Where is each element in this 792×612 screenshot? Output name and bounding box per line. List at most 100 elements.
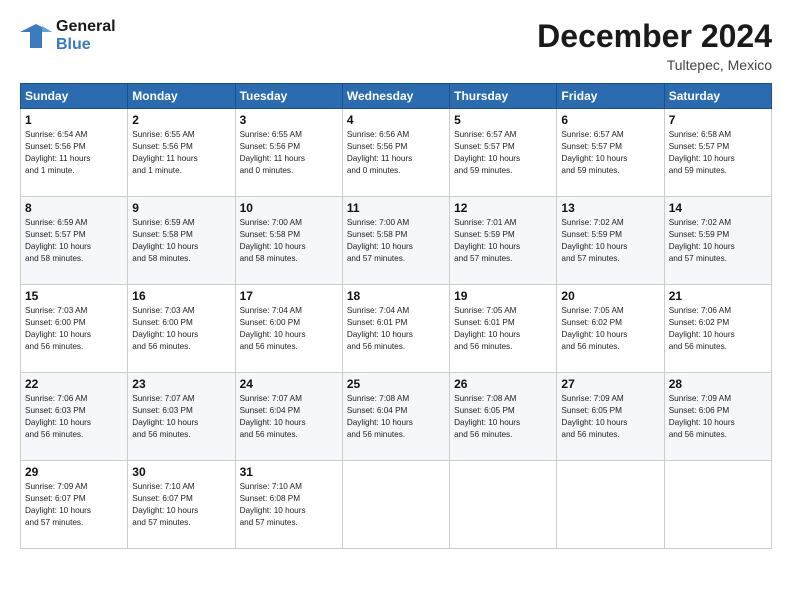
col-header-wednesday: Wednesday xyxy=(342,84,449,109)
day-info: Sunrise: 7:07 AM Sunset: 6:04 PM Dayligh… xyxy=(240,393,338,441)
day-info: Sunrise: 6:54 AM Sunset: 5:56 PM Dayligh… xyxy=(25,129,123,177)
col-header-friday: Friday xyxy=(557,84,664,109)
day-info: Sunrise: 7:09 AM Sunset: 6:07 PM Dayligh… xyxy=(25,481,123,529)
day-info: Sunrise: 6:59 AM Sunset: 5:57 PM Dayligh… xyxy=(25,217,123,265)
day-number: 1 xyxy=(25,113,123,127)
calendar-day-28: 28 Sunrise: 7:09 AM Sunset: 6:06 PM Dayli… xyxy=(664,373,771,461)
day-number: 7 xyxy=(669,113,767,127)
calendar-day-27: 27Sunrise: 7:09 AM Sunset: 6:05 PM Dayli… xyxy=(557,373,664,461)
day-number: 6 xyxy=(561,113,659,127)
day-number: 18 xyxy=(347,289,445,303)
calendar-week-4: 29 Sunrise: 7:09 AM Sunset: 6:07 PM Dayli… xyxy=(21,461,772,549)
location: Tultepec, Mexico xyxy=(537,57,772,73)
col-header-saturday: Saturday xyxy=(664,84,771,109)
calendar-day-22: 22 Sunrise: 7:06 AM Sunset: 6:03 PM Dayli… xyxy=(21,373,128,461)
day-number: 5 xyxy=(454,113,552,127)
day-number: 10 xyxy=(240,201,338,215)
day-info: Sunrise: 7:03 AM Sunset: 6:00 PM Dayligh… xyxy=(132,305,230,353)
col-header-sunday: Sunday xyxy=(21,84,128,109)
day-number: 31 xyxy=(240,465,338,479)
day-info: Sunrise: 6:57 AM Sunset: 5:57 PM Dayligh… xyxy=(454,129,552,177)
logo-general: General xyxy=(56,18,116,36)
calendar-day-7: 7 Sunrise: 6:58 AM Sunset: 5:57 PM Daylig… xyxy=(664,109,771,197)
calendar-day-17: 17 Sunrise: 7:04 AM Sunset: 6:00 PM Dayli… xyxy=(235,285,342,373)
day-info: Sunrise: 6:56 AM Sunset: 5:56 PM Dayligh… xyxy=(347,129,445,177)
empty-cell xyxy=(664,461,771,549)
calendar-day-15: 15Sunrise: 7:03 AM Sunset: 6:00 PM Dayli… xyxy=(21,285,128,373)
day-info: Sunrise: 7:06 AM Sunset: 6:03 PM Dayligh… xyxy=(25,393,123,441)
day-info: Sunrise: 7:04 AM Sunset: 6:01 PM Dayligh… xyxy=(347,305,445,353)
logo-bird-icon xyxy=(20,22,52,50)
day-info: Sunrise: 7:02 AM Sunset: 5:59 PM Dayligh… xyxy=(669,217,767,265)
day-number: 17 xyxy=(240,289,338,303)
day-info: Sunrise: 6:55 AM Sunset: 5:56 PM Dayligh… xyxy=(132,129,230,177)
day-number: 2 xyxy=(132,113,230,127)
day-info: Sunrise: 7:06 AM Sunset: 6:02 PM Dayligh… xyxy=(669,305,767,353)
logo: General Blue xyxy=(20,18,116,53)
empty-cell xyxy=(450,461,557,549)
day-number: 29 xyxy=(25,465,123,479)
calendar-day-13: 13Sunrise: 7:02 AM Sunset: 5:59 PM Dayli… xyxy=(557,197,664,285)
calendar-day-26: 26 Sunrise: 7:08 AM Sunset: 6:05 PM Dayli… xyxy=(450,373,557,461)
calendar-day-3: 3Sunrise: 6:55 AM Sunset: 5:56 PM Daylig… xyxy=(235,109,342,197)
day-number: 22 xyxy=(25,377,123,391)
calendar-day-6: 6 Sunrise: 6:57 AM Sunset: 5:57 PM Daylig… xyxy=(557,109,664,197)
calendar-day-8: 8Sunrise: 6:59 AM Sunset: 5:57 PM Daylig… xyxy=(21,197,128,285)
day-number: 4 xyxy=(347,113,445,127)
month-title: December 2024 xyxy=(537,18,772,55)
day-info: Sunrise: 7:00 AM Sunset: 5:58 PM Dayligh… xyxy=(240,217,338,265)
calendar-table: SundayMondayTuesdayWednesdayThursdayFrid… xyxy=(20,83,772,549)
empty-cell xyxy=(342,461,449,549)
col-header-thursday: Thursday xyxy=(450,84,557,109)
day-info: Sunrise: 7:05 AM Sunset: 6:02 PM Dayligh… xyxy=(561,305,659,353)
calendar-day-11: 11 Sunrise: 7:00 AM Sunset: 5:58 PM Dayli… xyxy=(342,197,449,285)
col-header-tuesday: Tuesday xyxy=(235,84,342,109)
day-info: Sunrise: 7:10 AM Sunset: 6:07 PM Dayligh… xyxy=(132,481,230,529)
day-number: 23 xyxy=(132,377,230,391)
day-number: 20 xyxy=(561,289,659,303)
day-number: 28 xyxy=(669,377,767,391)
calendar-day-10: 10 Sunrise: 7:00 AM Sunset: 5:58 PM Dayli… xyxy=(235,197,342,285)
day-info: Sunrise: 7:08 AM Sunset: 6:04 PM Dayligh… xyxy=(347,393,445,441)
calendar-day-12: 12Sunrise: 7:01 AM Sunset: 5:59 PM Dayli… xyxy=(450,197,557,285)
page: General Blue December 2024 Tultepec, Mex… xyxy=(0,0,792,612)
calendar-day-31: 31 Sunrise: 7:10 AM Sunset: 6:08 PM Dayli… xyxy=(235,461,342,549)
calendar-day-18: 18 Sunrise: 7:04 AM Sunset: 6:01 PM Dayli… xyxy=(342,285,449,373)
day-info: Sunrise: 7:07 AM Sunset: 6:03 PM Dayligh… xyxy=(132,393,230,441)
title-area: December 2024 Tultepec, Mexico xyxy=(537,18,772,73)
day-info: Sunrise: 7:08 AM Sunset: 6:05 PM Dayligh… xyxy=(454,393,552,441)
day-info: Sunrise: 7:04 AM Sunset: 6:00 PM Dayligh… xyxy=(240,305,338,353)
day-info: Sunrise: 7:09 AM Sunset: 6:05 PM Dayligh… xyxy=(561,393,659,441)
day-number: 14 xyxy=(669,201,767,215)
calendar-week-2: 15 Sunrise: 7:03 AM Sunset: 6:00 PM Dayli… xyxy=(21,285,772,373)
day-number: 13 xyxy=(561,201,659,215)
calendar-day-1: 1 Sunrise: 6:54 AM Sunset: 5:56 PM Daylig… xyxy=(21,109,128,197)
header: General Blue December 2024 Tultepec, Mex… xyxy=(20,18,772,73)
col-header-monday: Monday xyxy=(128,84,235,109)
calendar-header-row: SundayMondayTuesdayWednesdayThursdayFrid… xyxy=(21,84,772,109)
day-info: Sunrise: 7:00 AM Sunset: 5:58 PM Dayligh… xyxy=(347,217,445,265)
day-number: 30 xyxy=(132,465,230,479)
calendar-day-9: 9Sunrise: 6:59 AM Sunset: 5:58 PM Daylig… xyxy=(128,197,235,285)
day-number: 26 xyxy=(454,377,552,391)
day-number: 24 xyxy=(240,377,338,391)
calendar-day-2: 2 Sunrise: 6:55 AM Sunset: 5:56 PM Daylig… xyxy=(128,109,235,197)
day-info: Sunrise: 6:57 AM Sunset: 5:57 PM Dayligh… xyxy=(561,129,659,177)
day-number: 16 xyxy=(132,289,230,303)
calendar-day-29: 29 Sunrise: 7:09 AM Sunset: 6:07 PM Dayli… xyxy=(21,461,128,549)
calendar-day-25: 25Sunrise: 7:08 AM Sunset: 6:04 PM Dayli… xyxy=(342,373,449,461)
day-number: 15 xyxy=(25,289,123,303)
day-number: 9 xyxy=(132,201,230,215)
calendar-week-1: 8Sunrise: 6:59 AM Sunset: 5:57 PM Daylig… xyxy=(21,197,772,285)
day-number: 3 xyxy=(240,113,338,127)
day-number: 21 xyxy=(669,289,767,303)
day-number: 19 xyxy=(454,289,552,303)
calendar-day-24: 24 Sunrise: 7:07 AM Sunset: 6:04 PM Dayli… xyxy=(235,373,342,461)
calendar-day-20: 20 Sunrise: 7:05 AM Sunset: 6:02 PM Dayli… xyxy=(557,285,664,373)
day-info: Sunrise: 7:09 AM Sunset: 6:06 PM Dayligh… xyxy=(669,393,767,441)
day-number: 11 xyxy=(347,201,445,215)
calendar-day-19: 19Sunrise: 7:05 AM Sunset: 6:01 PM Dayli… xyxy=(450,285,557,373)
day-info: Sunrise: 6:58 AM Sunset: 5:57 PM Dayligh… xyxy=(669,129,767,177)
calendar-day-30: 30 Sunrise: 7:10 AM Sunset: 6:07 PM Dayli… xyxy=(128,461,235,549)
day-info: Sunrise: 7:10 AM Sunset: 6:08 PM Dayligh… xyxy=(240,481,338,529)
